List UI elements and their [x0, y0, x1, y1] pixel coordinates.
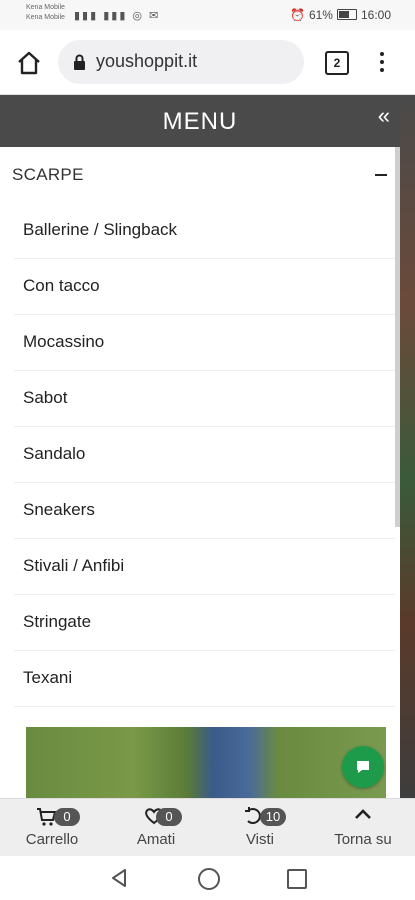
menu-item-con-tacco[interactable]: Con tacco	[14, 259, 395, 315]
menu-item-sabot[interactable]: Sabot	[14, 371, 395, 427]
menu-item-mocassino[interactable]: Mocassino	[14, 315, 395, 371]
tab-switcher-button[interactable]: 2	[325, 51, 349, 75]
battery-percent: 61%	[308, 8, 333, 22]
menu-item-label: Sandalo	[23, 444, 86, 463]
home-icon[interactable]	[16, 50, 42, 76]
nav-label: Torna su	[334, 831, 392, 848]
nav-cart[interactable]: 0 Carrello	[0, 799, 104, 857]
nav-back-to-top[interactable]: Torna su	[311, 799, 415, 857]
chat-icon	[357, 761, 369, 773]
browser-toolbar: youshoppit.it 2	[0, 30, 415, 95]
menu-item-label: Stringate	[23, 612, 92, 631]
nav-label: Amati	[136, 831, 176, 848]
menu-item-label: Ballerine / Slingback	[23, 220, 178, 239]
menu-item-stivali-anfibi[interactable]: Stivali / Anfibi	[14, 539, 395, 595]
chevron-up-icon	[355, 809, 371, 819]
carrier-line-2: Kena Mobile	[26, 14, 65, 21]
menu-item-label: Sabot	[23, 388, 68, 407]
lock-icon	[73, 54, 86, 70]
carrier-info: Kena Mobile Kena Mobile	[26, 3, 65, 23]
menu-item-label: Sneakers	[23, 500, 95, 519]
signal-icons: ▮▮▮ ▮▮▮ ◎ ✉	[74, 10, 161, 22]
side-menu: MENU « SCARPE Ballerine / Slingback Con …	[0, 95, 400, 798]
home-circle-icon[interactable]	[198, 868, 220, 890]
menu-item-texani[interactable]: Texani	[14, 651, 395, 707]
collapse-icon[interactable]	[375, 174, 387, 176]
close-menu-icon[interactable]: «	[378, 105, 390, 127]
nav-label: Carrello	[25, 831, 79, 848]
status-bar: Kena Mobile Kena Mobile ▮▮▮ ▮▮▮ ◎ ✉ ⏰ 61%…	[0, 0, 415, 30]
back-icon[interactable]	[110, 868, 128, 888]
menu-item-sandalo[interactable]: Sandalo	[14, 427, 395, 483]
page-content-behind	[398, 95, 415, 798]
viewed-count-badge: 10	[260, 808, 286, 826]
subcategory-list: Ballerine / Slingback Con tacco Mocassin…	[14, 203, 395, 707]
menu-scrollbar[interactable]	[395, 147, 400, 527]
bottom-navigation: 0 Carrello 0 Amati 10 Visti Torna su	[0, 798, 415, 857]
more-options-icon[interactable]	[372, 50, 392, 74]
battery-icon	[336, 9, 357, 20]
menu-title: MENU	[162, 108, 238, 135]
nav-viewed[interactable]: 10 Visti	[208, 799, 312, 857]
recents-icon[interactable]	[287, 869, 307, 889]
menu-item-stringate[interactable]: Stringate	[14, 595, 395, 651]
url-text: youshoppit.it	[96, 51, 198, 71]
clock: 16:00	[360, 8, 391, 22]
nav-loved[interactable]: 0 Amati	[104, 799, 208, 857]
carrier-line-1: Kena Mobile	[26, 4, 65, 11]
menu-item-ballerine-slingback[interactable]: Ballerine / Slingback	[14, 203, 395, 259]
system-navigation-bar	[0, 856, 415, 900]
promo-image[interactable]	[26, 727, 386, 798]
loved-count-badge: 0	[156, 808, 182, 826]
address-bar[interactable]: youshoppit.it	[58, 40, 304, 84]
menu-item-label: Texani	[23, 668, 73, 687]
category-scarpe[interactable]: SCARPE	[0, 147, 395, 203]
alarm-icon: ⏰	[289, 8, 305, 22]
status-right: ⏰ 61% 16:00	[286, 8, 391, 22]
category-label: SCARPE	[12, 165, 84, 184]
nav-label: Visti	[245, 831, 275, 848]
menu-item-label: Con tacco	[23, 276, 100, 295]
menu-item-label: Stivali / Anfibi	[23, 556, 125, 575]
cart-count-badge: 0	[54, 808, 80, 826]
menu-header: MENU «	[0, 95, 400, 147]
menu-item-label: Mocassino	[23, 332, 105, 351]
menu-item-sneakers[interactable]: Sneakers	[14, 483, 395, 539]
chat-button[interactable]	[342, 746, 384, 788]
